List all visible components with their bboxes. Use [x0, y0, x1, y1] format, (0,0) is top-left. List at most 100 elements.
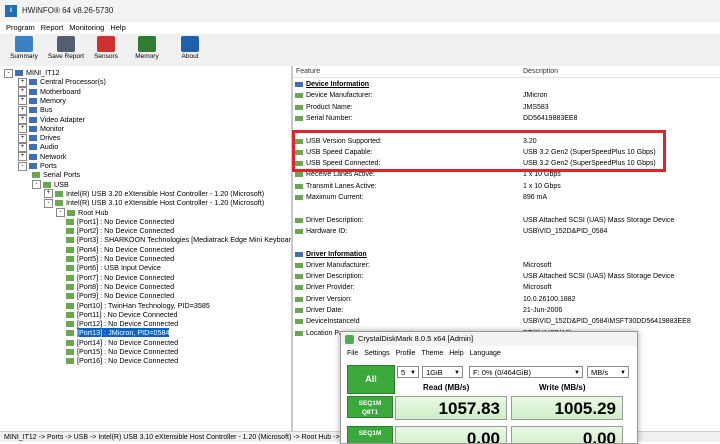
cdm-read-header: Read (MB/s): [423, 383, 470, 392]
cdm-menu-item-1[interactable]: Settings: [364, 350, 389, 357]
detail-row[interactable]: Product Name: JMS583: [293, 102, 720, 113]
tree-item[interactable]: [Port13] : JMicron, PID=0584: [66, 328, 170, 338]
tree-item[interactable]: - Intel(R) USB 3.10 eXtensible Host Contr…: [44, 198, 265, 208]
expand-icon[interactable]: +: [18, 142, 27, 152]
device-icon: [29, 153, 37, 160]
detail-row[interactable]: Device Information: [293, 79, 720, 90]
tree-item[interactable]: + Intel(R) USB 3.20 eXtensible Host Contr…: [44, 189, 264, 199]
menu-item-3[interactable]: Help: [110, 22, 125, 34]
menu-item-0[interactable]: Program: [6, 22, 35, 34]
feature-column-header[interactable]: Feature: [296, 68, 320, 75]
cdm-drive-select[interactable]: F: 0% (0/464GiB) ▼: [469, 366, 583, 378]
cdm-menu-item-3[interactable]: Theme: [421, 350, 443, 357]
tree-item[interactable]: [Port1] : No Device Connected: [66, 217, 174, 226]
cdm-menu-item-5[interactable]: Language: [470, 350, 501, 357]
cdm-size-select[interactable]: 1GiB ▼: [422, 366, 463, 378]
detail-row[interactable]: Driver Manufacturer: Microsoft: [293, 260, 720, 271]
tree-item[interactable]: [Port12] : No Device Connected: [66, 319, 178, 328]
cdm-menu-item-2[interactable]: Profile: [396, 350, 416, 357]
tree-item[interactable]: [Port2] : No Device Connected: [66, 226, 174, 235]
cdm-count-select[interactable]: 5 ▼: [397, 366, 419, 378]
detail-row[interactable]: Maximum Current: 896 mA: [293, 192, 720, 203]
tree-item[interactable]: + Drives: [18, 133, 60, 143]
expand-icon[interactable]: +: [18, 87, 27, 97]
tree-item[interactable]: [Port7] : No Device Connected: [66, 273, 174, 282]
tree-item[interactable]: - USB: [32, 180, 69, 190]
tree-item[interactable]: - Root Hub: [56, 208, 108, 218]
toolbar-button-4[interactable]: About: [170, 36, 210, 65]
collapse-icon[interactable]: -: [4, 68, 13, 78]
detail-row[interactable]: Driver Date: 21-Jun-2006: [293, 305, 720, 316]
expand-icon[interactable]: +: [18, 115, 27, 125]
tree-item-label: Monitor: [40, 123, 64, 133]
tree-item-label: Intel(R) USB 3.10 eXtensible Host Contro…: [66, 198, 265, 208]
expand-icon[interactable]: +: [18, 152, 27, 162]
tree-item[interactable]: + Audio: [18, 142, 58, 152]
tree-item[interactable]: [Port3] : SHARKOON Technologies [Mediatr…: [66, 235, 291, 244]
tree-item[interactable]: [Port11] : No Device Connected: [66, 310, 178, 319]
description-column-header[interactable]: Description: [523, 68, 558, 75]
toolbar-button-1[interactable]: Save Report: [46, 36, 86, 65]
detail-row[interactable]: Driver Version: 10.0.26100.1882: [293, 294, 720, 305]
expand-icon[interactable]: +: [18, 96, 27, 106]
title-bar: i HWiNFO® 64 v8.26-5730: [0, 0, 720, 22]
tree-item[interactable]: + Central Processor(s): [18, 77, 106, 87]
tree-item[interactable]: + Memory: [18, 96, 66, 106]
detail-value: 1 x 10 Gbps: [523, 182, 561, 190]
toolbar-button-3[interactable]: Memory: [127, 36, 167, 65]
detail-row[interactable]: Device Manufacturer: JMicron: [293, 90, 720, 101]
tree-item[interactable]: [Port8] : No Device Connected: [66, 282, 174, 291]
detail-row[interactable]: Driver Provider: Microsoft: [293, 282, 720, 293]
expand-icon[interactable]: +: [18, 133, 27, 143]
expand-icon[interactable]: +: [18, 105, 27, 115]
detail-row[interactable]: Driver Description: USB Attached SCSI (UA…: [293, 271, 720, 282]
collapse-icon[interactable]: -: [18, 161, 27, 171]
detail-row[interactable]: DeviceInstanceId USB\VID_152D&PID_0584\MS…: [293, 316, 720, 327]
cdm-menu-item-4[interactable]: Help: [449, 350, 463, 357]
cdm-all-button[interactable]: All: [347, 365, 395, 394]
detail-value: USB Attached SCSI (UAS) Mass Storage Dev…: [523, 216, 675, 224]
cdm-unit-select[interactable]: MB/s ▼: [587, 366, 629, 378]
cdm-menu-item-0[interactable]: File: [347, 350, 358, 357]
toolbar-button-2[interactable]: Sensors: [86, 36, 126, 65]
tree-item[interactable]: [Port9] : No Device Connected: [66, 291, 174, 300]
tree-item[interactable]: + Motherboard: [18, 87, 81, 97]
tree-item[interactable]: [Port15] : No Device Connected: [66, 347, 178, 356]
tree-item[interactable]: [Port14] : No Device Connected: [66, 338, 178, 347]
tree-item[interactable]: [Port4] : No Device Connected: [66, 245, 174, 254]
toolbar-button-0[interactable]: Summary: [4, 36, 44, 65]
cdm-test-button[interactable]: SEQ1M Q8T1: [347, 396, 393, 418]
tree-item[interactable]: [Port5] : No Device Connected: [66, 254, 174, 263]
detail-row[interactable]: [293, 237, 720, 248]
device-tree[interactable]: - MINI_IT12 + Central Processor(s) + Motherbo…: [0, 66, 293, 431]
collapse-icon[interactable]: -: [56, 208, 65, 218]
cdm-test-button[interactable]: SEQ1M: [347, 426, 393, 443]
collapse-icon[interactable]: -: [44, 198, 53, 208]
crystaldiskmark-window: CrystalDiskMark 8.0.5 x64 [Admin] File Se…: [340, 331, 638, 444]
expand-icon[interactable]: +: [18, 77, 27, 87]
detail-row[interactable]: [293, 203, 720, 214]
tree-item[interactable]: + Monitor: [18, 123, 64, 134]
usb-icon: [32, 172, 40, 179]
tree-item[interactable]: + Bus: [18, 105, 52, 115]
tree-item-label: [Port15] : No Device Connected: [77, 347, 179, 356]
tree-item[interactable]: [Port6] : USB Input Device: [66, 263, 161, 272]
expand-icon[interactable]: +: [44, 189, 53, 199]
tree-item[interactable]: Serial Ports: [32, 170, 80, 179]
tree-item[interactable]: + Network: [18, 152, 66, 162]
detail-row[interactable]: Driver Information: [293, 249, 720, 260]
expand-icon[interactable]: +: [18, 124, 27, 134]
usb-icon: [66, 228, 74, 235]
tree-item[interactable]: - Ports: [18, 161, 57, 171]
detail-row[interactable]: Transmit Lanes Active: 1 x 10 Gbps: [293, 181, 720, 192]
tree-item[interactable]: + Video Adapter: [18, 115, 85, 125]
tree-item[interactable]: [Port16] : No Device Connected: [66, 356, 178, 365]
detail-row[interactable]: Serial Number: DD56419883EE8: [293, 113, 720, 124]
tree-item[interactable]: - MINI_IT12: [4, 68, 60, 78]
detail-row[interactable]: Hardware ID: USB\VID_152D&PID_0584: [293, 226, 720, 237]
menu-item-1[interactable]: Report: [41, 22, 64, 34]
tree-item[interactable]: [Port10] : TwinHan Technology, PID=3585: [66, 301, 210, 310]
detail-row[interactable]: Driver Description: USB Attached SCSI (UA…: [293, 215, 720, 226]
collapse-icon[interactable]: -: [32, 180, 41, 190]
menu-item-2[interactable]: Monitoring: [69, 22, 104, 34]
